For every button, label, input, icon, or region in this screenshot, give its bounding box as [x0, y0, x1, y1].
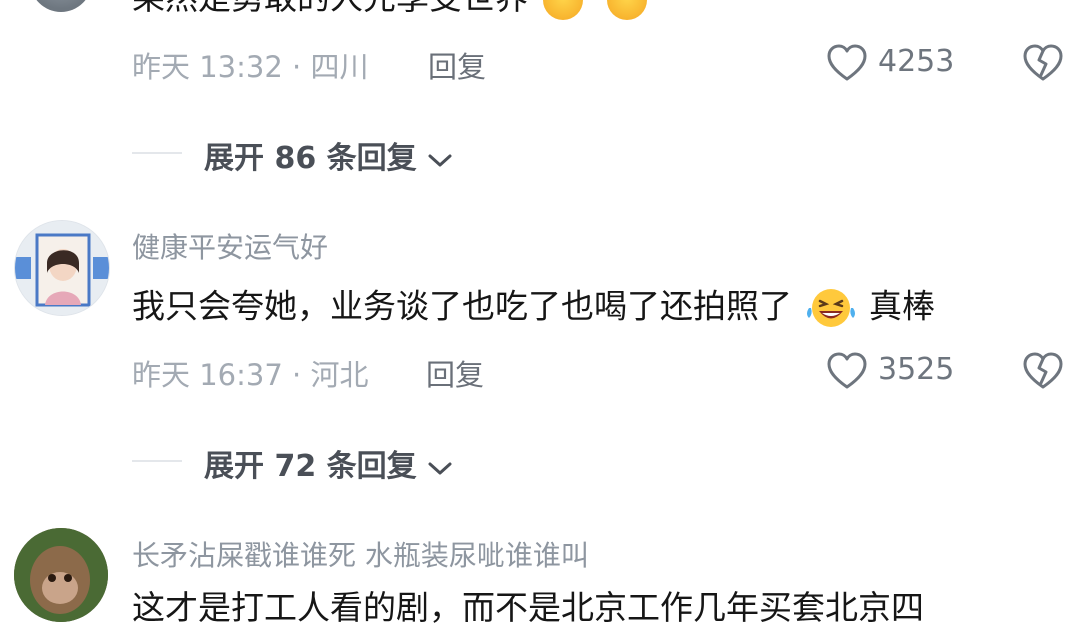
avatar-image: [15, 221, 109, 315]
heart-outline-icon[interactable]: [826, 43, 868, 83]
comment-text-content: 果然是勇敢的人先享受世界: [132, 0, 528, 17]
expand-replies-button[interactable]: 展开 86 条回复: [204, 133, 453, 177]
star-struck-emoji: [607, 0, 647, 20]
comment-text: 果然是勇敢的人先享受世界: [132, 0, 647, 20]
divider: [132, 152, 182, 154]
expand-replies-label: 展开 86 条回复: [204, 141, 417, 176]
broken-heart-icon[interactable]: [1022, 43, 1064, 83]
comment-time-location: 昨天 16:37 · 河北: [132, 358, 369, 392]
comment-text-content-end: 真棒: [869, 286, 935, 326]
broken-heart-icon[interactable]: [1022, 351, 1064, 391]
expand-replies-button[interactable]: 展开 72 条回复: [204, 441, 453, 485]
reply-button[interactable]: 回复: [426, 352, 484, 394]
comment-time-location: 昨天 13:32 · 四川: [132, 50, 369, 84]
chevron-down-icon: [428, 462, 452, 474]
heart-outline-icon[interactable]: [826, 351, 868, 391]
reply-button[interactable]: 回复: [428, 44, 486, 86]
avatar[interactable]: [30, 0, 92, 12]
like-count: 4253: [878, 44, 955, 79]
expand-replies-label: 展开 72 条回复: [204, 449, 417, 484]
laughing-tears-emoji: [806, 289, 855, 327]
divider: [132, 460, 182, 462]
comment-username[interactable]: 健康平安运气好: [132, 226, 328, 266]
comment-text-content: 我只会夸她，业务谈了也吃了也喝了还拍照了: [132, 286, 792, 326]
star-struck-emoji: [542, 0, 583, 20]
like-count: 3525: [878, 352, 955, 387]
chevron-down-icon: [428, 154, 452, 166]
comment-text: 我只会夸她，业务谈了也吃了也喝了还拍照了 真棒: [132, 286, 935, 330]
comment-username[interactable]: 长矛沾屎戳谁谁死 水瓶装尿呲谁谁叫: [132, 534, 589, 574]
avatar[interactable]: [14, 220, 110, 316]
comment-text: 这才是打工人看的剧，而不是北京工作几年买套北京四: [132, 588, 924, 628]
